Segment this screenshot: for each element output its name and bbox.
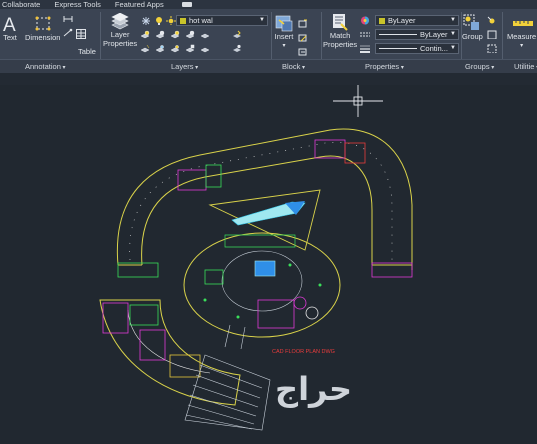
layer-color-swatch — [180, 18, 186, 24]
menu-bar: Collaborate Express Tools Featured Apps — [0, 0, 537, 9]
lineweight-dropdown[interactable]: Contin... ▼ — [375, 43, 459, 54]
group-button[interactable]: Group — [462, 13, 483, 42]
layers-panel-label[interactable]: Layers — [171, 62, 198, 71]
color-wheel-icon[interactable] — [360, 16, 370, 25]
edit-block-icon[interactable] — [298, 33, 308, 42]
drawing-canvas[interactable]: CAD FLOOR PLAN DWG — [0, 81, 537, 442]
annotation-panel-label[interactable]: Annotation — [25, 62, 66, 71]
watermark-logo: حراج — [275, 370, 352, 408]
chevron-down-icon: ▼ — [450, 45, 456, 51]
dimension-tool-label: Dimension — [25, 33, 61, 42]
layer-tools-row-2[interactable] — [140, 44, 212, 55]
layer-properties-button[interactable]: Layer Properties — [103, 13, 137, 48]
group-edit-icon[interactable] — [487, 30, 497, 39]
group-select-icon[interactable] — [487, 44, 497, 53]
create-block-icon[interactable] — [298, 19, 308, 28]
layer-on-icon[interactable] — [154, 16, 164, 25]
measure-icon — [512, 21, 533, 26]
color-swatch — [379, 18, 385, 24]
table-icon — [76, 29, 86, 39]
crosshair-cursor-icon — [333, 81, 383, 117]
color-value: ByLayer — [388, 16, 416, 25]
linetype-value: ByLayer — [420, 30, 448, 39]
groups-panel-label[interactable]: Groups — [465, 62, 494, 71]
linetype-icon[interactable] — [360, 30, 370, 39]
text-tool-label: Text — [3, 33, 17, 42]
lineweight-preview — [379, 48, 417, 49]
dimension-icon — [35, 16, 51, 31]
floor-plan-drawing: CAD FLOOR PLAN DWG — [99, 81, 413, 431]
layer-sun-icon[interactable] — [166, 16, 176, 25]
measure-button[interactable]: Measure ▾ — [507, 13, 536, 50]
linear-dim-icon[interactable] — [63, 14, 73, 23]
layer-tools-row-1[interactable] — [140, 30, 212, 41]
match-layer-icon[interactable] — [232, 44, 242, 53]
layer-freeze-icon[interactable] — [141, 16, 151, 25]
chevron-down-icon: ▼ — [259, 17, 265, 23]
linetype-preview — [379, 34, 417, 35]
menu-featured-apps[interactable]: Featured Apps — [115, 0, 164, 9]
drawing-annotation-text: CAD FLOOR PLAN DWG — [272, 349, 335, 355]
layer-properties-icon — [111, 13, 129, 30]
measure-label: Measure — [507, 32, 537, 41]
ribbon-panel-labels: Annotation Layers Block Properties Group… — [0, 59, 537, 73]
match-properties-icon — [333, 14, 348, 31]
text-tool-button[interactable]: A Text — [2, 14, 18, 43]
block-attribute-icon[interactable] — [298, 47, 308, 56]
block-panel-label[interactable]: Block — [282, 62, 305, 71]
match-properties-label-2: Properties — [323, 39, 358, 49]
text-icon: A — [3, 15, 16, 34]
dimension-tool-button[interactable]: Dimension — [25, 14, 60, 43]
chevron-down-icon: ▾ — [520, 42, 524, 49]
group-label: Group — [462, 32, 483, 41]
lineweight-icon[interactable] — [360, 44, 370, 53]
workspace-dropdown-icon[interactable] — [181, 2, 192, 7]
leader-icon[interactable] — [63, 28, 73, 37]
layer-properties-label-2: Properties — [103, 38, 138, 48]
svg-text:A: A — [3, 15, 16, 34]
insert-block-icon — [275, 15, 293, 32]
menu-collaborate[interactable]: Collaborate — [2, 0, 40, 9]
make-current-icon[interactable] — [232, 30, 242, 39]
table-tool-label: Table — [78, 47, 96, 56]
insert-block-button[interactable]: Insert ▾ — [274, 13, 294, 50]
file-tab-strip — [0, 73, 537, 85]
table-tool-button[interactable] — [76, 29, 86, 39]
properties-panel-label[interactable]: Properties — [365, 62, 404, 71]
layer-dropdown[interactable]: hot wal ▼ — [176, 15, 268, 26]
menu-express-tools[interactable]: Express Tools — [54, 0, 101, 9]
ungroup-icon[interactable] — [487, 16, 497, 25]
insert-block-label: Insert — [274, 32, 294, 41]
color-dropdown[interactable]: ByLayer ▼ — [375, 15, 459, 26]
chevron-down-icon: ▼ — [450, 17, 456, 23]
linetype-dropdown[interactable]: ByLayer ▼ — [375, 29, 459, 40]
match-properties-button[interactable]: Match Properties — [323, 13, 357, 49]
lineweight-value: Contin... — [420, 44, 448, 53]
utilities-panel-label[interactable]: Utilitie — [514, 62, 537, 71]
chevron-down-icon: ▾ — [282, 42, 286, 49]
chevron-down-icon: ▼ — [450, 31, 456, 37]
group-icon — [463, 14, 480, 30]
current-layer-name: hot wal — [189, 16, 213, 25]
